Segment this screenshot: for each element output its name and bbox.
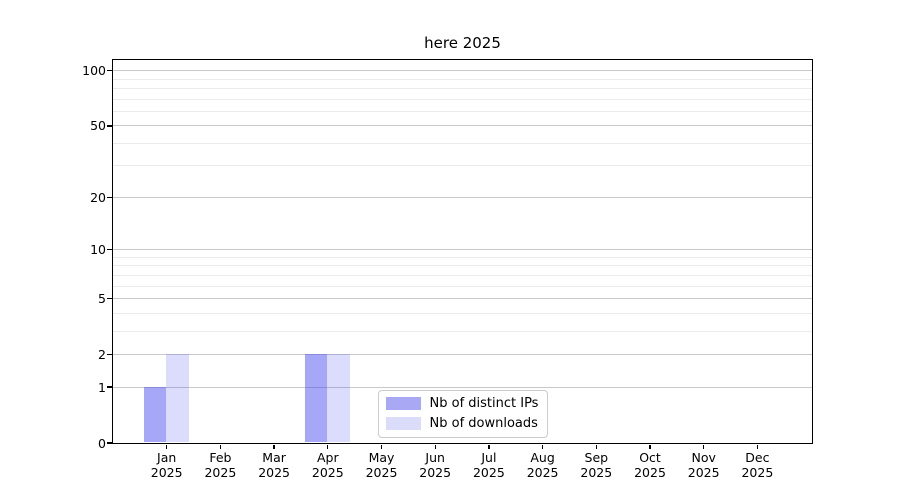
x-tick-mark xyxy=(380,444,383,449)
y-tick-mark xyxy=(107,125,112,127)
legend-entry: Nb of downloads xyxy=(385,415,539,431)
bar-nb-of-distinct-ips-apr xyxy=(304,353,328,443)
x-tick-mark xyxy=(756,444,759,449)
legend-swatch xyxy=(385,416,421,430)
gridline-major xyxy=(112,249,812,251)
gridline-major xyxy=(112,386,812,388)
bar-nb-of-downloads-apr xyxy=(327,353,350,443)
chart-title: here 2025 xyxy=(424,34,501,52)
y-tick-mark xyxy=(107,386,112,388)
y-tick-mark xyxy=(107,248,112,251)
bar-nb-of-distinct-ips-jan xyxy=(143,386,167,443)
gridline-minor xyxy=(112,110,812,112)
y-tick-mark xyxy=(107,442,112,444)
gridline-minor xyxy=(112,98,812,100)
y-tick-label: 10 xyxy=(90,242,106,258)
gridline-major xyxy=(112,196,812,198)
x-tick-mark xyxy=(649,444,651,449)
x-tick-month: Dec xyxy=(745,450,770,465)
gridline-minor xyxy=(112,78,812,80)
gridline-minor xyxy=(112,165,812,167)
x-tick-mark xyxy=(488,444,490,449)
y-tick-label: 0 xyxy=(98,435,106,451)
figure: here 2025 Nb of distinct IPs Nb of downlo… xyxy=(0,0,900,500)
y-tick-label: 5 xyxy=(98,290,106,306)
x-tick-label: Dec 2025 xyxy=(717,450,797,480)
gridline-minor xyxy=(112,312,812,314)
x-tick-mark xyxy=(219,444,222,449)
gridline-major xyxy=(112,297,812,299)
gridline-major xyxy=(112,353,812,355)
y-tick-mark xyxy=(107,70,112,72)
y-tick-mark xyxy=(107,297,112,300)
gridline-minor xyxy=(112,285,812,287)
legend-label: Nb of downloads xyxy=(429,415,538,431)
y-tick-label: 20 xyxy=(90,189,106,205)
x-tick-year: 2025 xyxy=(741,465,774,480)
gridline-minor xyxy=(112,265,812,267)
y-tick-mark xyxy=(107,353,112,356)
y-tick-label: 50 xyxy=(90,118,106,134)
gridline-major xyxy=(112,70,812,72)
y-tick-mark xyxy=(107,196,112,199)
x-tick-mark xyxy=(703,444,705,449)
gridline-minor xyxy=(112,88,812,89)
x-tick-mark xyxy=(166,444,168,449)
bar-nb-of-downloads-jan xyxy=(166,353,189,443)
gridline-minor xyxy=(112,142,812,144)
legend-label: Nb of distinct IPs xyxy=(429,395,539,411)
x-tick-mark xyxy=(273,444,275,449)
y-tick-label: 1 xyxy=(98,379,106,395)
x-tick-mark xyxy=(595,444,597,449)
plot-area: Nb of distinct IPs Nb of downloads xyxy=(111,58,813,444)
legend: Nb of distinct IPs Nb of downloads xyxy=(377,389,549,438)
y-tick-label: 2 xyxy=(98,346,106,362)
x-tick-mark xyxy=(434,444,436,449)
gridline-minor xyxy=(112,274,812,276)
legend-entry: Nb of distinct IPs xyxy=(385,395,539,411)
y-tick-label: 100 xyxy=(82,63,106,79)
gridline-major xyxy=(112,125,812,127)
gridline-minor xyxy=(112,330,812,332)
gridline-minor xyxy=(112,256,812,258)
legend-swatch xyxy=(385,396,421,410)
x-tick-mark xyxy=(541,444,544,449)
x-tick-mark xyxy=(327,444,329,449)
